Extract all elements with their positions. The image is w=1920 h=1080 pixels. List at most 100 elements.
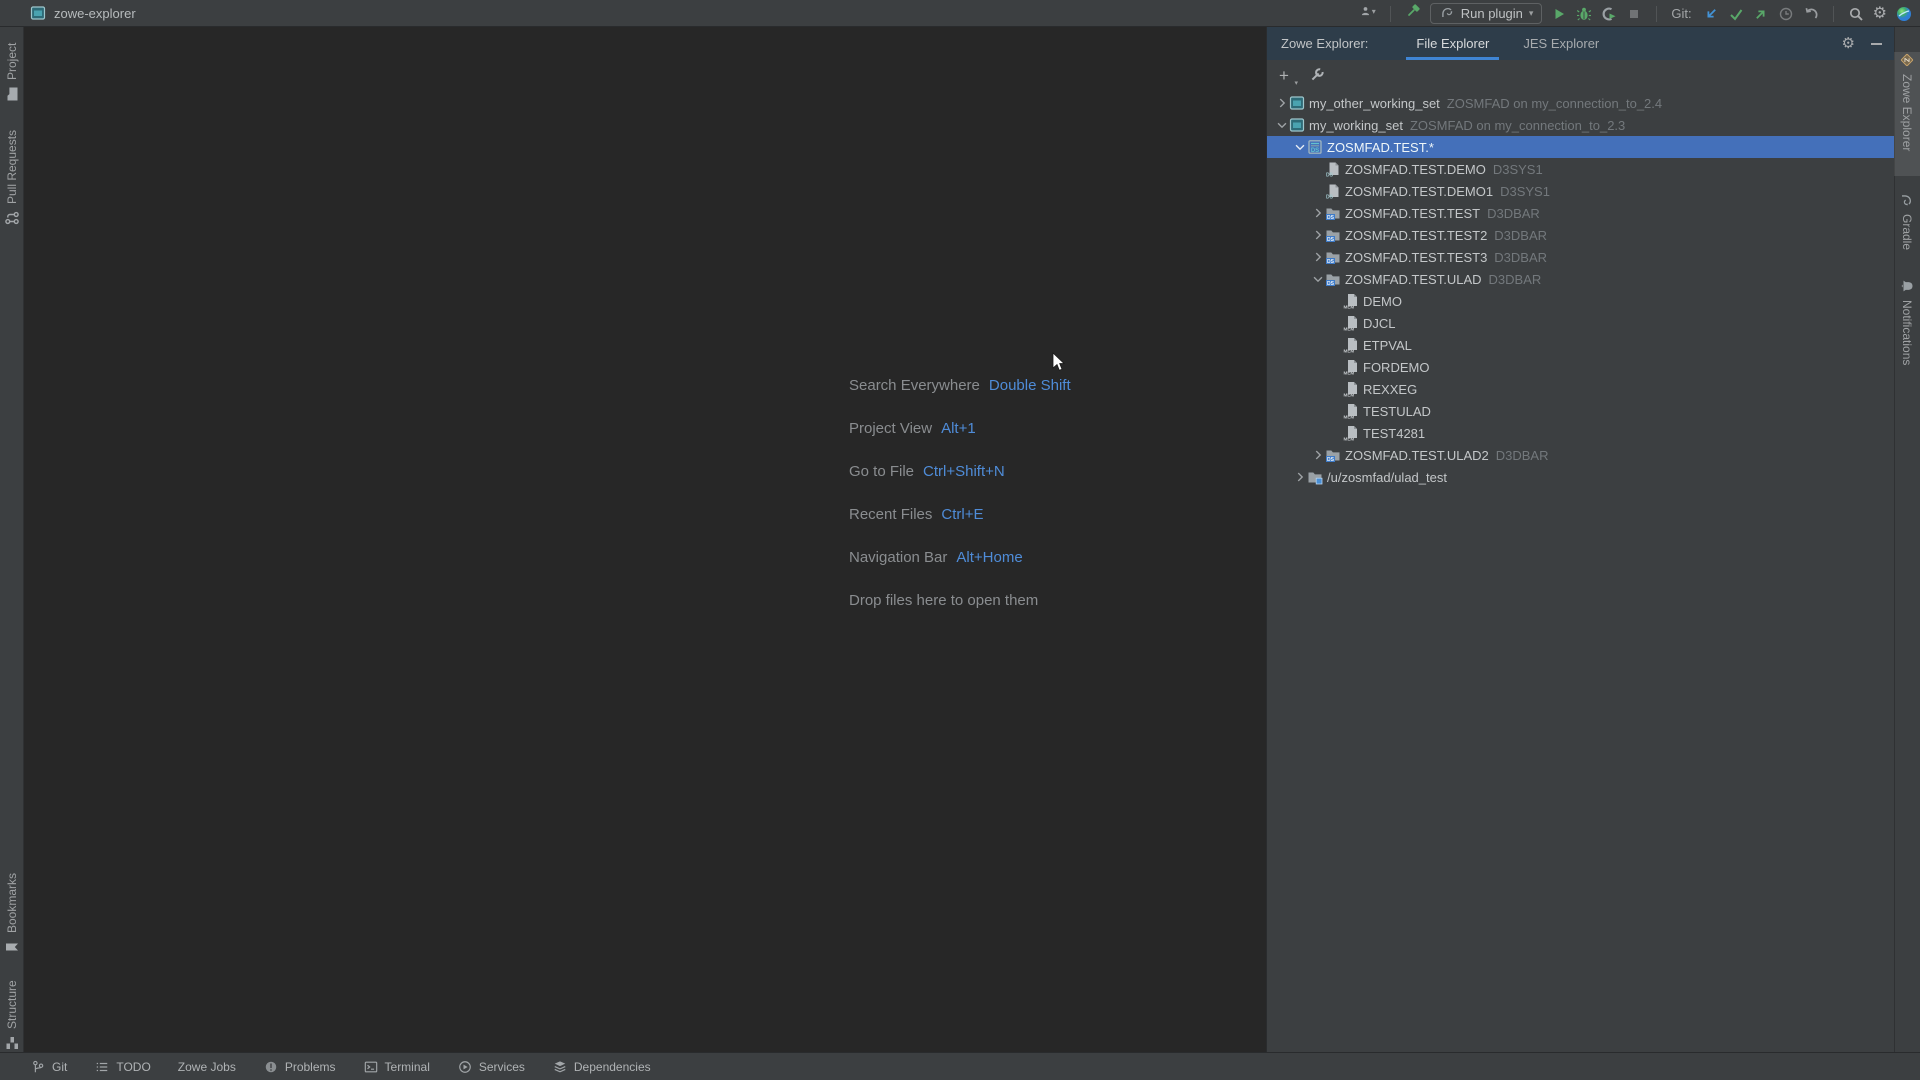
shortcut-key-combo: Double Shift: [989, 377, 1071, 394]
member-icon: MEM: [1343, 381, 1363, 397]
problems-icon: [263, 1059, 279, 1075]
tool-stripe-button-structure[interactable]: Structure: [0, 965, 24, 1051]
chevron-right-icon[interactable]: [1311, 250, 1325, 264]
tool-stripe-button-bookmarks[interactable]: Bookmarks: [0, 863, 24, 955]
run-configuration-selector[interactable]: Run plugin ▾: [1430, 3, 1543, 24]
tree-row[interactable]: DSZOSMFAD.TEST.TEST2D3DBAR: [1267, 224, 1894, 246]
dataset-folder-icon: DS: [1325, 447, 1345, 463]
tree-row[interactable]: MEMDJCL: [1267, 312, 1894, 334]
update-project-icon[interactable]: [1703, 6, 1719, 22]
rollback-icon[interactable]: [1803, 6, 1819, 22]
tree-row[interactable]: MEMETPVAL: [1267, 334, 1894, 356]
run-with-coverage-icon[interactable]: [1601, 6, 1617, 22]
bell-icon: [1899, 278, 1915, 294]
history-icon[interactable]: [1778, 6, 1794, 22]
terminal-icon: [363, 1059, 379, 1075]
hammer-build-icon[interactable]: [1405, 3, 1421, 19]
chevron-spacer: [1311, 184, 1325, 198]
shortcut-hint-row: Drop files here to open them: [849, 579, 1071, 622]
wrench-settings-icon[interactable]: [1309, 67, 1325, 83]
chevron-down-icon[interactable]: [1311, 272, 1325, 286]
tree-row[interactable]: MEMREXXEG: [1267, 378, 1894, 400]
tab-jes-explorer[interactable]: JES Explorer: [1519, 27, 1603, 60]
tool-stripe-button-gradle[interactable]: Gradle: [1894, 192, 1920, 266]
statusbar-button-todo[interactable]: TODO: [94, 1059, 150, 1075]
statusbar-button-zowe-jobs[interactable]: Zowe Jobs: [178, 1060, 236, 1074]
gear-icon[interactable]: ⚙: [1873, 6, 1887, 22]
statusbar-button-label: Zowe Jobs: [178, 1060, 236, 1074]
member-icon: MEM: [1343, 425, 1363, 441]
tree-node-name: TESTULAD: [1363, 404, 1431, 419]
shortcut-hint-row: Search EverywhereDouble Shift: [849, 364, 1071, 407]
panel-header-actions: ⚙: [1842, 27, 1882, 60]
chevron-right-icon[interactable]: [1293, 470, 1307, 484]
tree-row[interactable]: DSZOSMFAD.TEST.TEST3D3DBAR: [1267, 246, 1894, 268]
shortcut-hints: Search EverywhereDouble Shift Project Vie…: [849, 364, 1071, 622]
chevron-spacer: [1329, 294, 1343, 308]
chevron-down-icon[interactable]: [1293, 140, 1307, 154]
tool-stripe-button-pull-requests[interactable]: Pull Requests: [0, 118, 24, 226]
working-set-icon: [1289, 117, 1309, 133]
tool-stripe-button-project[interactable]: Project: [0, 30, 24, 102]
shortcut-action-label: Project View: [849, 420, 932, 437]
tab-file-explorer[interactable]: File Explorer: [1412, 27, 1493, 60]
dataset-folder-icon: DS: [1325, 227, 1345, 243]
mouse-cursor: [1052, 352, 1066, 372]
search-everywhere-icon[interactable]: [1848, 6, 1864, 22]
statusbar-button-git[interactable]: Git: [30, 1059, 67, 1075]
ide-logo-icon[interactable]: [1896, 6, 1912, 22]
tree-node-name: ZOSMFAD.TEST.TEST3: [1345, 250, 1487, 265]
git-branch-icon: [30, 1059, 46, 1075]
tree-row[interactable]: DSZOSMFAD.TEST.DEMO1D3SYS1: [1267, 180, 1894, 202]
tree-row[interactable]: DSZOSMFAD.TEST.DEMOD3SYS1: [1267, 158, 1894, 180]
tree-row[interactable]: DSZOSMFAD.TEST.TESTD3DBAR: [1267, 202, 1894, 224]
tree-row[interactable]: /u/zosmfad/ulad_test: [1267, 466, 1894, 488]
gear-icon[interactable]: ⚙: [1842, 36, 1855, 51]
statusbar-button-services[interactable]: Services: [457, 1059, 525, 1075]
chevron-right-icon[interactable]: [1311, 448, 1325, 462]
tree-row[interactable]: DSZOSMFAD.TEST.ULADD3DBAR: [1267, 268, 1894, 290]
zowe-diamond-icon: Z: [1899, 52, 1915, 68]
commit-icon[interactable]: [1728, 6, 1744, 22]
tree-node-name: DJCL: [1363, 316, 1396, 331]
tool-stripe-button-notifications[interactable]: Notifications: [1894, 278, 1920, 390]
debug-icon[interactable]: [1576, 6, 1592, 22]
chevron-right-icon[interactable]: [1275, 96, 1289, 110]
svg-text:DS: DS: [1311, 148, 1319, 154]
tool-stripe-label: Project: [5, 43, 19, 80]
panel-title: Zowe Explorer:: [1281, 36, 1368, 51]
tree-row[interactable]: MEMFORDEMO: [1267, 356, 1894, 378]
statusbar-button-problems[interactable]: Problems: [263, 1059, 336, 1075]
tree-row[interactable]: MEMTEST4281: [1267, 422, 1894, 444]
toolbar-separator: [1390, 6, 1391, 22]
run-icon[interactable]: [1551, 6, 1567, 22]
add-icon[interactable]: +▾: [1279, 67, 1295, 84]
tree-row[interactable]: DS ZOSMFAD.TEST.*: [1267, 136, 1894, 158]
statusbar-button-terminal[interactable]: Terminal: [363, 1059, 430, 1075]
hide-panel-icon[interactable]: [1871, 43, 1882, 45]
dependencies-icon: [552, 1059, 568, 1075]
tree-node-name: ZOSMFAD.TEST.*: [1327, 140, 1434, 155]
status-bar: Git TODO Zowe Jobs Problems Terminal Services…: [0, 1052, 1920, 1080]
stop-icon[interactable]: [1626, 6, 1642, 22]
statusbar-button-dependencies[interactable]: Dependencies: [552, 1059, 651, 1075]
tree-row[interactable]: my_other_working_setZOSMFAD on my_connec…: [1267, 92, 1894, 114]
tool-stripe-button-zowe-explorer[interactable]: ZZowe Explorer: [1894, 52, 1920, 176]
tree-row[interactable]: MEMTESTULAD: [1267, 400, 1894, 422]
shortcut-action-label: Recent Files: [849, 506, 932, 523]
tree-row[interactable]: DSZOSMFAD.TEST.ULAD2D3DBAR: [1267, 444, 1894, 466]
chevron-down-icon[interactable]: [1275, 118, 1289, 132]
tree-node-meta: ZOSMFAD on my_connection_to_2.3: [1410, 118, 1625, 133]
chevron-right-icon[interactable]: [1311, 206, 1325, 220]
tree-row[interactable]: my_working_setZOSMFAD on my_connection_t…: [1267, 114, 1894, 136]
chevron-right-icon[interactable]: [1311, 228, 1325, 242]
shortcut-key-combo: Alt+Home: [956, 549, 1022, 566]
push-icon[interactable]: [1753, 6, 1769, 22]
dataset-folder-icon: DS: [1325, 249, 1345, 265]
member-icon: MEM: [1343, 403, 1363, 419]
file-explorer-tree: my_other_working_setZOSMFAD on my_connec…: [1267, 90, 1894, 488]
tree-node-name: REXXEG: [1363, 382, 1417, 397]
tree-row[interactable]: MEMDEMO: [1267, 290, 1894, 312]
user-account-icon[interactable]: ▾: [1360, 3, 1376, 19]
ide-window: zowe-explorer ▾ Run plugin ▾ Git: ⚙ Proj…: [0, 0, 1920, 1080]
